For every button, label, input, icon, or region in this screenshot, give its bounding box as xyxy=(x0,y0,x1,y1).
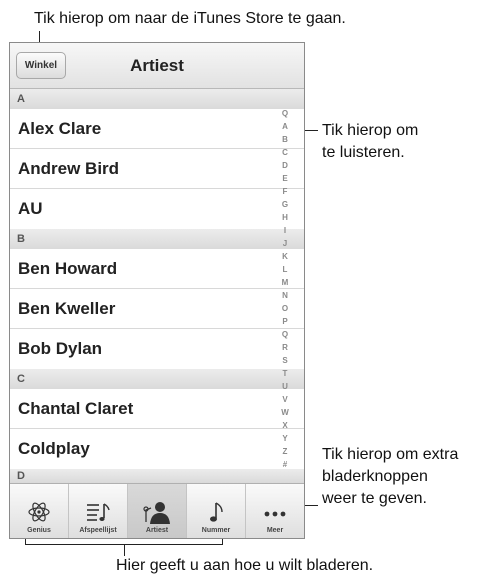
index-letter[interactable]: R xyxy=(282,343,288,352)
artist-row[interactable]: Alex Clare xyxy=(10,109,304,149)
section-header-a: A xyxy=(10,89,304,109)
tab-genius[interactable]: Genius xyxy=(10,484,68,538)
index-letter[interactable]: O xyxy=(282,304,288,313)
tab-label: Genius xyxy=(27,527,51,534)
artist-row[interactable]: Chantal Claret xyxy=(10,389,304,429)
music-app-screen: Artiest Winkel A Alex Clare Andrew Bird … xyxy=(9,42,305,539)
more-callout-line3: weer te geven. xyxy=(322,490,427,507)
index-letter[interactable]: Y xyxy=(282,434,287,443)
store-callout: Tik hierop om naar de iTunes Store te ga… xyxy=(34,10,346,27)
artist-row[interactable]: Ben Howard xyxy=(10,249,304,289)
tab-label: Meer xyxy=(266,527,284,534)
index-letter[interactable]: N xyxy=(282,291,288,300)
index-letter[interactable]: P xyxy=(282,317,287,326)
artist-row[interactable]: Ben Kweller xyxy=(10,289,304,329)
alphabet-index[interactable]: Q A B C D E F G H I J K L M N O P Q R S … xyxy=(274,109,296,469)
index-letter[interactable]: D xyxy=(282,161,288,170)
tab-playlists[interactable]: Afspeellijst xyxy=(68,484,127,538)
more-callout: Tik hierop om extra bladerknoppen weer t… xyxy=(322,444,458,510)
index-letter[interactable]: Z xyxy=(283,447,288,456)
index-letter[interactable]: # xyxy=(283,460,287,469)
section-header-c: C xyxy=(10,369,304,389)
index-letter[interactable]: J xyxy=(283,239,287,248)
artist-row[interactable]: Bob Dylan xyxy=(10,329,304,369)
index-letter[interactable]: E xyxy=(282,174,287,183)
index-letter[interactable]: M xyxy=(282,278,289,287)
playlist-icon xyxy=(87,503,110,521)
index-letter[interactable]: V xyxy=(282,395,287,404)
section-header-b: B xyxy=(10,229,304,249)
browse-callout: Hier geeft u aan hoe u wilt bladeren. xyxy=(116,557,374,574)
tab-label: Nummer xyxy=(201,527,231,534)
artist-row[interactable]: Andrew Bird xyxy=(10,149,304,189)
index-letter[interactable]: A xyxy=(282,122,288,131)
index-letter[interactable]: Q xyxy=(282,109,288,118)
listen-callout-line1: Tik hierop om xyxy=(322,122,419,139)
index-letter[interactable]: G xyxy=(282,200,288,209)
section-header-d: D xyxy=(10,469,304,483)
store-button[interactable]: Winkel xyxy=(16,52,66,79)
index-letter[interactable]: F xyxy=(283,187,288,196)
tab-label: Artiest xyxy=(145,527,169,534)
tab-bar: Genius Afspeellijst Artiest Nummer Meer xyxy=(10,483,304,538)
music-note-icon xyxy=(210,502,223,522)
navigation-bar: Artiest Winkel xyxy=(10,43,304,89)
more-dots-icon xyxy=(264,511,286,517)
index-letter[interactable]: C xyxy=(282,148,288,157)
index-letter[interactable]: B xyxy=(282,135,288,144)
index-letter[interactable]: K xyxy=(282,252,288,261)
index-letter[interactable]: T xyxy=(283,369,288,378)
more-callout-line2: bladerknoppen xyxy=(322,468,428,485)
artist-row[interactable]: Coldplay xyxy=(10,429,304,469)
listen-callout: Tik hierop om te luisteren. xyxy=(322,120,418,164)
index-letter[interactable]: L xyxy=(283,265,288,274)
index-letter[interactable]: Q xyxy=(282,330,288,339)
artist-row[interactable]: AU xyxy=(10,189,304,229)
index-letter[interactable]: S xyxy=(282,356,287,365)
tab-artists[interactable]: Artiest xyxy=(127,484,186,538)
index-letter[interactable]: I xyxy=(284,226,286,235)
index-letter[interactable]: X xyxy=(282,421,287,430)
listen-callout-line2: te luisteren. xyxy=(322,144,405,161)
index-letter[interactable]: U xyxy=(282,382,288,391)
atom-icon xyxy=(28,502,50,522)
more-callout-line1: Tik hierop om extra xyxy=(322,446,459,463)
artist-icon xyxy=(143,502,170,524)
tab-more[interactable]: Meer xyxy=(245,484,304,538)
tab-label: Afspeellijst xyxy=(79,527,117,534)
index-letter[interactable]: H xyxy=(282,213,288,222)
tab-songs[interactable]: Nummer xyxy=(186,484,245,538)
index-letter[interactable]: W xyxy=(281,408,289,417)
